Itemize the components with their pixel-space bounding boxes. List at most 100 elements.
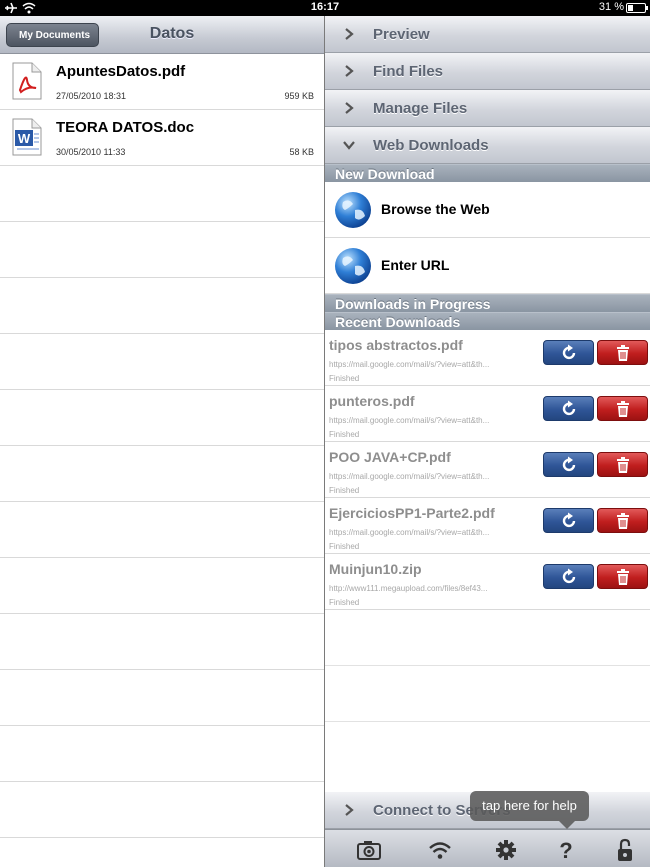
chevron-down-icon (343, 141, 355, 150)
browse-web-button[interactable]: Browse the Web (325, 182, 650, 238)
empty-row (325, 666, 650, 722)
help-tooltip: tap here for help (470, 791, 589, 821)
download-status: Finished (329, 430, 360, 439)
redownload-button[interactable] (543, 564, 594, 589)
refresh-icon (562, 344, 576, 360)
svg-text:?: ? (559, 838, 572, 862)
download-url: https://mail.google.com/mail/s/?view=att… (329, 472, 490, 481)
empty-row (0, 446, 324, 502)
empty-row (0, 334, 324, 390)
gear-icon[interactable] (494, 838, 518, 862)
empty-row (0, 726, 324, 782)
camera-icon[interactable] (357, 838, 381, 862)
delete-button[interactable] (597, 340, 648, 365)
redownload-button[interactable] (543, 340, 594, 365)
accordion-label: Manage Files (373, 100, 468, 117)
file-row[interactable]: W TEORA DATOS.doc 30/05/2010 11:33 58 KB (0, 110, 324, 166)
redownload-button[interactable] (543, 508, 594, 533)
empty-row (325, 610, 650, 666)
trash-icon (617, 513, 629, 529)
download-name: punteros.pdf (329, 393, 415, 409)
download-row[interactable]: punteros.pdf https://mail.google.com/mail… (325, 386, 650, 442)
file-browser-pane: My Documents Datos ApuntesDatos.pdf 27/0… (0, 16, 324, 867)
refresh-icon (562, 456, 576, 472)
trash-icon (617, 345, 629, 361)
svg-text:W: W (18, 131, 31, 146)
downloads-in-progress-header: Downloads in Progress (325, 294, 650, 312)
download-name: EjerciciosPP1-Parte2.pdf (329, 505, 495, 521)
page-title: Datos (149, 25, 195, 42)
left-navbar: My Documents Datos (0, 16, 324, 54)
empty-row (0, 838, 324, 867)
empty-row (0, 222, 324, 278)
accordion-label: Web Downloads (373, 137, 489, 154)
trash-icon (617, 401, 629, 417)
empty-row (0, 614, 324, 670)
trash-icon (617, 457, 629, 473)
recent-downloads-header: Recent Downloads (325, 312, 650, 330)
accordion-label: Find Files (373, 63, 444, 80)
redownload-button[interactable] (543, 396, 594, 421)
download-url: https://mail.google.com/mail/s/?view=att… (329, 360, 490, 369)
file-date: 30/05/2010 11:33 (56, 147, 126, 157)
redownload-button[interactable] (543, 452, 594, 477)
accordion-web-downloads[interactable]: Web Downloads (325, 127, 650, 164)
chevron-right-icon (345, 804, 354, 816)
clock: 16:17 (310, 1, 340, 13)
file-date: 27/05/2010 18:31 (56, 91, 127, 101)
accordion-find-files[interactable]: Find Files (325, 53, 650, 90)
delete-button[interactable] (597, 452, 648, 477)
status-bar: 16:17 31 % (0, 0, 650, 16)
tools-pane: Preview Find Files Manage Files Web Down… (325, 16, 650, 867)
new-download-header: New Download (325, 164, 650, 182)
accordion-manage-files[interactable]: Manage Files (325, 90, 650, 127)
pdf-icon (12, 62, 42, 100)
action-label: Enter URL (381, 257, 450, 273)
globe-icon (335, 192, 371, 228)
file-size: 959 KB (284, 91, 314, 101)
lock-icon[interactable] (613, 838, 637, 862)
file-row[interactable]: ApuntesDatos.pdf 27/05/2010 18:31 959 KB (0, 54, 324, 110)
download-name: POO JAVA+CP.pdf (329, 449, 451, 465)
delete-button[interactable] (597, 564, 648, 589)
download-status: Finished (329, 374, 360, 383)
download-row[interactable]: POO JAVA+CP.pdf https://mail.google.com/m… (325, 442, 650, 498)
download-status: Finished (329, 542, 360, 551)
download-row[interactable]: tipos abstractos.pdf https://mail.google.… (325, 330, 650, 386)
refresh-icon (562, 400, 576, 416)
accordion-preview[interactable]: Preview (325, 16, 650, 53)
empty-row (0, 502, 324, 558)
empty-row (0, 390, 324, 446)
globe-icon (335, 248, 371, 284)
refresh-icon (562, 512, 576, 528)
download-status: Finished (329, 486, 360, 495)
download-row[interactable]: EjerciciosPP1-Parte2.pdf https://mail.goo… (325, 498, 650, 554)
chevron-right-icon (345, 28, 354, 40)
wifi-icon[interactable] (428, 838, 452, 862)
empty-row (0, 278, 324, 334)
tooltip-arrow (559, 821, 575, 829)
word-doc-icon: W (12, 118, 42, 156)
battery-percent: 31 % (598, 1, 624, 13)
empty-row (0, 670, 324, 726)
battery-icon (626, 3, 648, 13)
download-name: Muinjun10.zip (329, 561, 422, 577)
empty-row (0, 166, 324, 222)
download-url: https://mail.google.com/mail/s/?view=att… (329, 528, 490, 537)
download-row[interactable]: Muinjun10.zip http://www111.megaupload.co… (325, 554, 650, 610)
file-name: TEORA DATOS.doc (56, 119, 195, 136)
delete-button[interactable] (597, 508, 648, 533)
download-status: Finished (329, 598, 360, 607)
file-name: ApuntesDatos.pdf (56, 63, 186, 80)
refresh-icon (562, 568, 576, 584)
empty-row (0, 558, 324, 614)
download-url: http://www111.megaupload.com/files/8ef43… (329, 584, 488, 593)
help-icon[interactable]: ? (554, 838, 578, 862)
chevron-right-icon (345, 65, 354, 77)
delete-button[interactable] (597, 396, 648, 421)
download-name: tipos abstractos.pdf (329, 337, 463, 353)
enter-url-button[interactable]: Enter URL (325, 238, 650, 294)
bottom-toolbar: ? (325, 829, 650, 867)
accordion-label: Preview (373, 26, 430, 43)
download-url: https://mail.google.com/mail/s/?view=att… (329, 416, 490, 425)
